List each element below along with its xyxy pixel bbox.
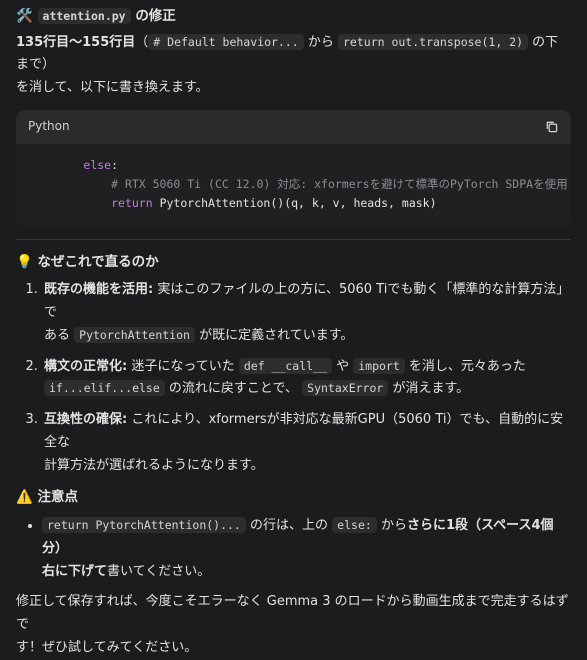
caution-list: return PytorchAttention()... の行は、上の else… — [16, 515, 571, 583]
filename-code: attention.py — [37, 8, 131, 24]
copy-button[interactable] — [543, 119, 559, 135]
intro-paragraph: 135行目〜155行目（ # Default behavior... から ret… — [16, 33, 559, 96]
divider — [16, 238, 571, 240]
list-item: return PytorchAttention()... の行は、上の else… — [42, 515, 571, 583]
lightbulb-icon: 💡 — [16, 253, 33, 270]
response: 🛠️ attention.py の修正 135行目〜155行目（ # Defaul… — [0, 0, 587, 660]
code-language: Python — [28, 119, 70, 134]
list-item: 既存の機能を活用: 実はこのファイルの上の方に、5060 Tiでも動く「標準的な… — [42, 279, 571, 347]
code-block-header: Python — [16, 109, 571, 144]
code-block: Python else: # RTX 5060 Ti (CC 12.0) 対応:… — [16, 109, 571, 227]
section-heading: 🛠️ attention.py の修正 — [16, 4, 571, 30]
copy-icon — [546, 122, 557, 133]
outro-paragraph: 修正して保存すれば、今度こそエラーなく Gemma 3 のロードから動画生成まで… — [16, 594, 569, 655]
why-heading: 💡 なぜこれで直るのか — [16, 250, 571, 276]
list-item: 互換性の確保: これにより、xformersが非対応な最新GPU（5060 Ti… — [42, 409, 571, 477]
code-content: else: # RTX 5060 Ti (CC 12.0) 対応: xforme… — [83, 157, 568, 210]
tools-icon: 🛠️ — [16, 8, 33, 24]
warning-icon: ⚠️ — [16, 489, 33, 506]
why-list: 既存の機能を活用: 実はこのファイルの上の方に、5060 Tiでも動く「標準的な… — [16, 279, 571, 477]
list-item: 構文の正常化: 迷子になっていた def __call__ や import を… — [42, 356, 571, 402]
caution-heading: ⚠️ 注意点 — [16, 485, 571, 511]
